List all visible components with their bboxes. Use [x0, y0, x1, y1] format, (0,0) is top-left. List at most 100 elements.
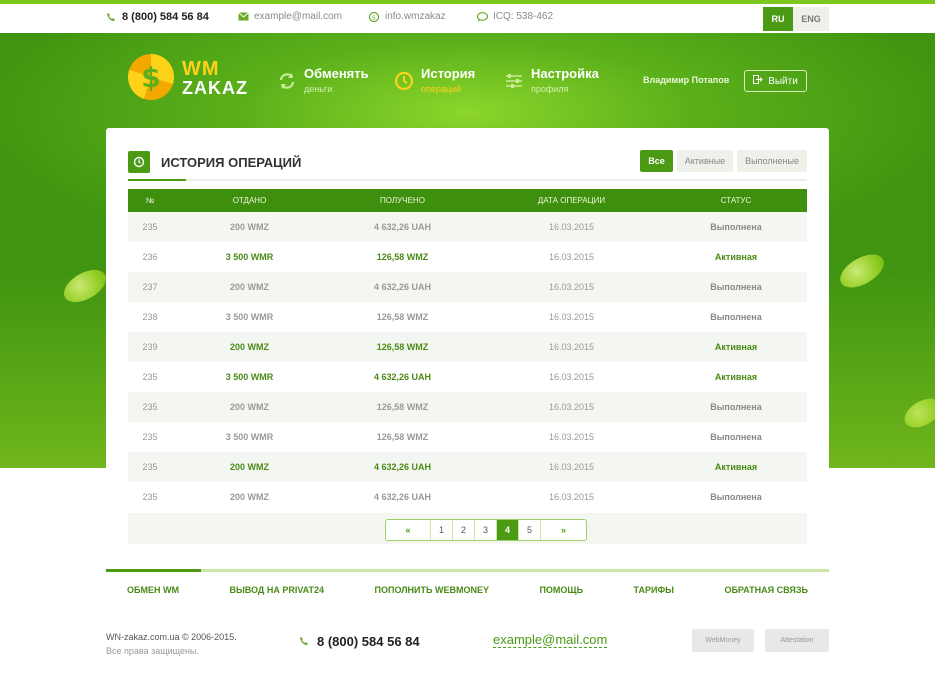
cell-given: 3 500 WMR: [225, 432, 274, 442]
nav-settings[interactable]: Настройка профиля: [504, 66, 599, 94]
footer-link-help[interactable]: ПОМОЩЬ: [539, 585, 583, 595]
pager-prev[interactable]: «: [386, 520, 431, 540]
top-email[interactable]: example@mail.com: [238, 11, 342, 22]
table-row[interactable]: 235 200 WMZ 4 632,26 UAH 16.03.2015 Акти…: [128, 452, 807, 482]
cell-status: Выполнена: [665, 272, 807, 302]
webmoney-badge[interactable]: WebMoney: [692, 629, 754, 652]
cell-given: 200 WMZ: [172, 212, 327, 242]
top-icq[interactable]: ICQ: 538-462: [476, 11, 553, 22]
cell-date: 16.03.2015: [478, 332, 665, 362]
cell-received: 126,58 WMZ: [376, 432, 429, 442]
panel-header: ИСТОРИЯ ОПЕРАЦИЙ: [128, 151, 301, 173]
mail-icon: [238, 11, 249, 22]
cell-received: 4 632,26 UAH: [327, 272, 478, 302]
cell-date: 16.03.2015: [478, 212, 665, 242]
svg-text:s: s: [372, 13, 376, 21]
cell-received: 4 632,26 UAH: [327, 212, 478, 242]
cell-given: 3 500 WMR: [225, 312, 274, 322]
nav-history[interactable]: История операций: [394, 66, 475, 94]
footer-link-feedback[interactable]: ОБРАТНАЯ СВЯЗЬ: [724, 585, 808, 595]
pager-page[interactable]: 2: [453, 520, 475, 540]
pager-page[interactable]: 5: [519, 520, 541, 540]
lang-ru[interactable]: RU: [763, 7, 793, 31]
cell-received: 4 632,26 UAH: [327, 452, 478, 482]
table-row[interactable]: 237 200 WMZ 4 632,26 UAH 16.03.2015 Выпо…: [128, 272, 807, 302]
footer-link-exchange[interactable]: ОБМЕН WM: [127, 585, 179, 595]
coin-decoration: [899, 392, 935, 434]
cell-number: 235: [128, 452, 172, 482]
cell-date: 16.03.2015: [478, 392, 665, 422]
cell-date: 16.03.2015: [548, 492, 595, 502]
cell-number: 235: [142, 492, 158, 502]
cell-status: Выполнена: [710, 312, 762, 322]
dollar-icon: $: [128, 54, 174, 100]
footer-email[interactable]: example@mail.com: [493, 632, 608, 648]
cell-number: 237: [128, 272, 172, 302]
col-given: ОТДАНО: [172, 189, 327, 212]
pagination: « 1 2 3 4 5 »: [385, 519, 587, 541]
col-received: ПОЛУЧЕНО: [327, 189, 478, 212]
pager-page[interactable]: 3: [475, 520, 497, 540]
filter-all[interactable]: Все: [640, 150, 673, 172]
cell-received: 4 632,26 UAH: [373, 492, 432, 502]
attestation-badge[interactable]: Attestation: [765, 629, 829, 652]
footer-phone[interactable]: 8 (800) 584 56 84: [299, 634, 420, 649]
user-name[interactable]: Владимир Потапов: [643, 75, 729, 85]
table-row[interactable]: 235 3 500 WMR 4 632,26 UAH 16.03.2015 Ак…: [128, 362, 807, 392]
cell-received: 126,58 WMZ: [327, 332, 478, 362]
sliders-icon: [504, 71, 524, 91]
table-row[interactable]: 235 200 WMZ 4 632,26 UAH 16.03.2015 Выпо…: [128, 482, 807, 512]
cell-date: 16.03.2015: [548, 432, 595, 442]
table-row[interactable]: 235 200 WMZ 4 632,26 UAH 16.03.2015 Выпо…: [128, 212, 807, 242]
cell-given: 200 WMZ: [172, 392, 327, 422]
cell-status: Выполнена: [665, 212, 807, 242]
cell-received: 4 632,26 UAH: [373, 372, 432, 382]
table-row[interactable]: 239 200 WMZ 126,58 WMZ 16.03.2015 Активн…: [128, 332, 807, 362]
lang-en[interactable]: ENG: [793, 7, 829, 31]
cell-date: 16.03.2015: [478, 272, 665, 302]
cell-received: 126,58 WMZ: [376, 252, 429, 262]
pagination-bar: « 1 2 3 4 5 »: [128, 513, 807, 544]
nav-exchange[interactable]: Обменять деньги: [277, 66, 369, 94]
col-number: №: [128, 189, 172, 212]
cell-number: 236: [142, 252, 158, 262]
history-panel: ИСТОРИЯ ОПЕРАЦИЙ Все Активные Выполненые…: [106, 128, 829, 551]
cell-date: 16.03.2015: [478, 452, 665, 482]
col-date: ДАТА ОПЕРАЦИИ: [478, 189, 665, 212]
skype-icon: s: [368, 11, 380, 22]
chat-icon: [476, 11, 489, 22]
filter-active[interactable]: Активные: [676, 150, 734, 172]
phone-icon: [299, 634, 309, 649]
coin-decoration: [58, 263, 112, 309]
pager-page[interactable]: 1: [431, 520, 453, 540]
filter-done[interactable]: Выполненые: [737, 150, 807, 172]
cell-given: 3 500 WMR: [225, 252, 274, 262]
coin-decoration: [834, 247, 890, 295]
cell-status: Активная: [714, 372, 758, 382]
cell-date: 16.03.2015: [548, 312, 595, 322]
clock-icon: [128, 151, 150, 173]
top-skype[interactable]: s info.wmzakaz: [368, 11, 446, 22]
footer-link-tariffs[interactable]: ТАРИФЫ: [634, 585, 674, 595]
table-row[interactable]: 236 3 500 WMR 126,58 WMZ 16.03.2015 Акти…: [128, 242, 807, 272]
status-filter: Все Активные Выполненые: [640, 150, 807, 172]
title-divider: [128, 179, 807, 181]
site-logo[interactable]: $ WM ZAKAZ: [128, 52, 258, 102]
footer-link-webmoney[interactable]: ПОПОЛНИТЬ WEBMONEY: [375, 585, 489, 595]
refresh-icon: [277, 71, 297, 91]
cell-number: 235: [142, 372, 158, 382]
nav-exchange-sub: деньги: [304, 84, 333, 94]
logout-button[interactable]: Выйти: [744, 70, 807, 92]
footer-link-privat24[interactable]: ВЫВОД НА PRIVAT24: [229, 585, 324, 595]
table-row[interactable]: 235 200 WMZ 126,58 WMZ 16.03.2015 Выполн…: [128, 392, 807, 422]
pager-page-current[interactable]: 4: [497, 520, 519, 540]
cell-number: 235: [142, 432, 158, 442]
table-row[interactable]: 235 3 500 WMR 126,58 WMZ 16.03.2015 Выпо…: [128, 422, 807, 452]
top-phone-text: 8 (800) 584 56 84: [122, 11, 209, 23]
table-row[interactable]: 238 3 500 WMR 126,58 WMZ 16.03.2015 Выпо…: [128, 302, 807, 332]
top-phone[interactable]: 8 (800) 584 56 84: [106, 11, 209, 23]
cell-date: 16.03.2015: [548, 372, 595, 382]
cell-received: 126,58 WMZ: [327, 392, 478, 422]
pager-next[interactable]: »: [541, 520, 586, 540]
copyright-text: WN-zakaz.com.ua © 2006-2015.: [106, 632, 237, 642]
